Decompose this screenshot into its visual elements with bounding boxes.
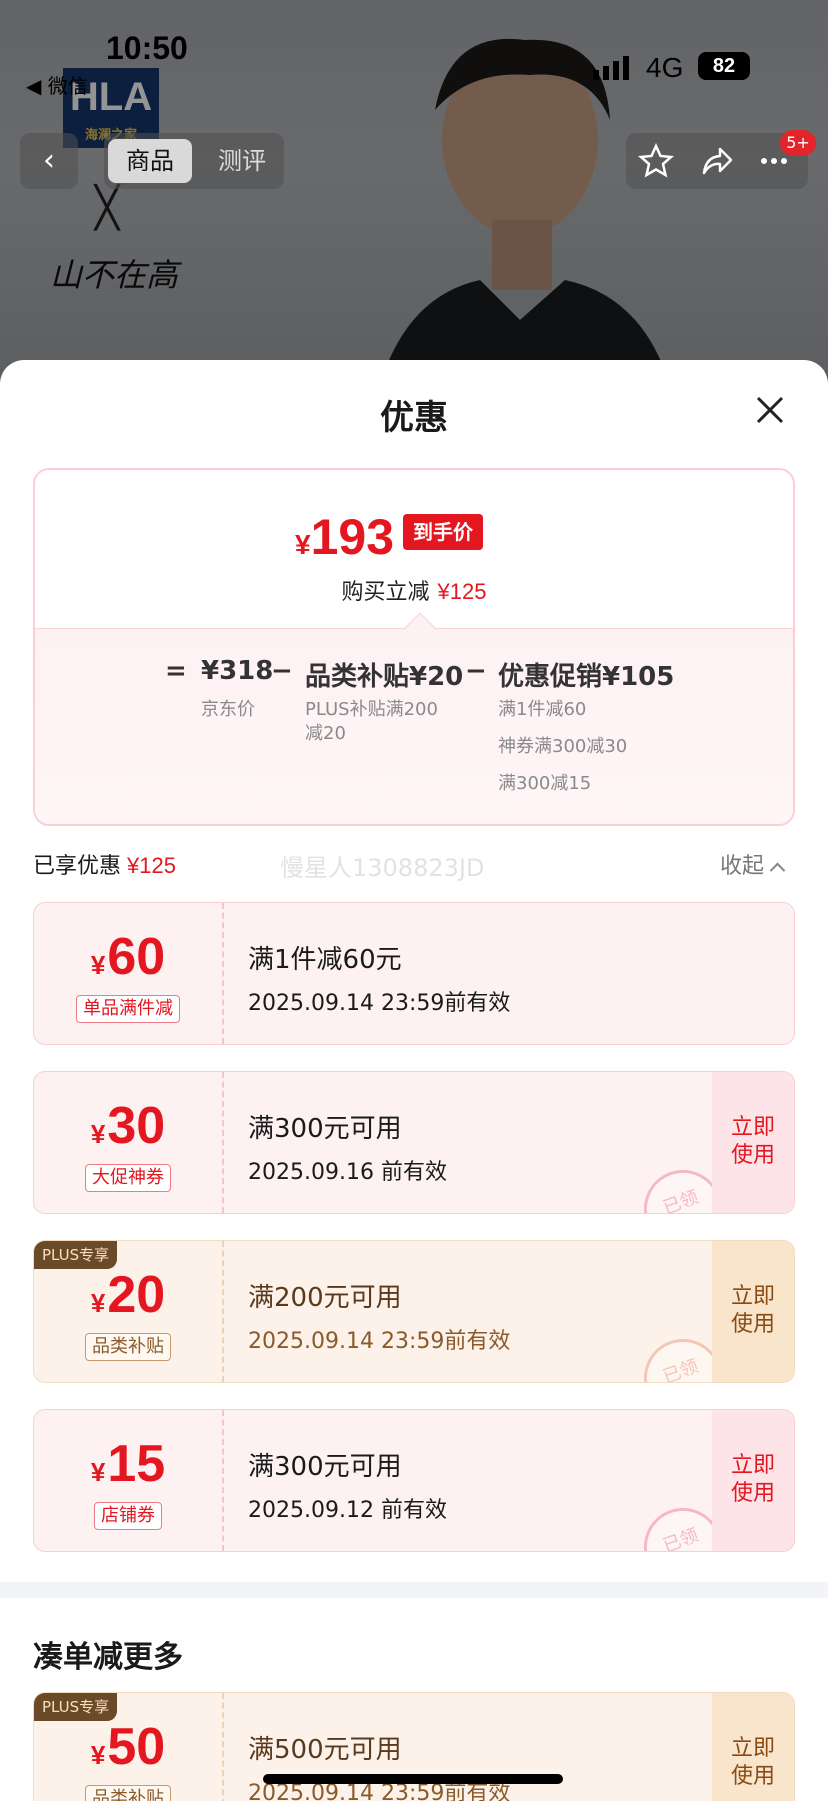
coupon-condition: 满200元可用 <box>248 1283 402 1313</box>
breakdown-operator: − <box>465 656 487 686</box>
use-now-button[interactable]: 立即 使用 <box>712 1410 794 1551</box>
coupon-condition: 满300元可用 <box>248 1114 402 1144</box>
coupon-card: ¥60 单品满件减 满1件减60元 2025.09.14 23:59前有效 <box>33 902 795 1045</box>
chevron-up-icon <box>769 862 786 879</box>
promo-detail: 满1件减60 <box>498 699 587 720</box>
tab-review[interactable]: 测评 <box>200 139 284 183</box>
promo-discount: 优惠促销¥105 <box>498 662 675 692</box>
coupon-type: 大促神券 <box>85 1164 171 1192</box>
coupon-amount: ¥50 <box>90 1718 166 1776</box>
section-divider <box>0 1582 828 1598</box>
coupon-type: 品类补贴 <box>85 1785 171 1801</box>
plus-exclusive-badge: PLUS专享 <box>34 1241 118 1269</box>
promo-detail: 神券满300减30 <box>498 736 628 757</box>
home-indicator <box>263 1774 563 1784</box>
coupon-type: 品类补贴 <box>85 1333 171 1361</box>
more-discount-title: 凑单减更多 <box>33 1640 183 1675</box>
share-icon[interactable] <box>698 143 734 179</box>
final-price-tag: 到手价 <box>403 514 483 550</box>
watermark: 慢星人1308823JD <box>280 854 485 882</box>
back-button[interactable]: ‹ <box>20 133 78 189</box>
coupon-amount: ¥15 <box>90 1435 166 1493</box>
coupon-amount: ¥20 <box>90 1266 166 1324</box>
sheet-title: 优惠 <box>380 398 448 438</box>
use-now-button[interactable]: 立即 使用 <box>712 1241 794 1382</box>
coupon-amount: ¥60 <box>90 928 166 986</box>
plus-exclusive-badge: PLUS专享 <box>34 1693 118 1721</box>
battery-icon: 82 <box>698 52 750 80</box>
final-price: ¥193 <box>295 509 395 565</box>
buy-reduce-line: 购买立减 ¥125 <box>341 579 487 605</box>
coupon-amount: ¥30 <box>90 1097 166 1155</box>
jd-price: ¥318 <box>201 656 274 686</box>
use-now-button[interactable]: 立即 使用 <box>712 1072 794 1213</box>
coupon-validity: 2025.09.14 23:59前有效 <box>248 1329 511 1354</box>
coupon-type: 店铺券 <box>94 1502 162 1530</box>
coupon-validity: 2025.09.12 前有效 <box>248 1498 447 1523</box>
message-badge: 5+ <box>780 130 816 156</box>
coupon-condition: 满1件减60元 <box>248 945 402 975</box>
category-subsidy: 品类补贴¥20 <box>305 662 464 692</box>
tab-product[interactable]: 商品 <box>108 139 192 183</box>
coupon-card: ¥50 品类补贴 PLUS专享 满500元可用 2025.09.14 23:59… <box>33 1692 795 1801</box>
status-time: 10:50 <box>106 30 188 66</box>
coupon-type: 单品满件减 <box>76 995 180 1023</box>
coupon-validity: 2025.09.14 23:59前有效 <box>248 991 511 1016</box>
coupon-card: ¥20 品类补贴 PLUS专享 满200元可用 2025.09.14 23:59… <box>33 1240 795 1383</box>
price-summary-card: ¥193 到手价 购买立减 ¥125 = ¥318 京东价 − 品类补贴¥20 P… <box>33 468 795 826</box>
network-type: 4G <box>646 52 684 83</box>
coupon-condition: 满500元可用 <box>248 1735 402 1765</box>
breakdown-operator: = <box>165 656 187 686</box>
coupon-card: ¥15 店铺券 满300元可用 2025.09.12 前有效 已领 立即 使用 <box>33 1409 795 1552</box>
coupon-validity: 2025.09.16 前有效 <box>248 1160 447 1185</box>
category-subsidy-detail: PLUS补贴满200 <box>305 699 438 720</box>
coupon-condition: 满300元可用 <box>248 1452 402 1482</box>
nav-tabs: 商品 测评 <box>104 133 284 189</box>
close-icon[interactable] <box>750 390 790 430</box>
collapse-button[interactable]: 收起 <box>720 848 786 880</box>
category-subsidy-detail: 减20 <box>305 723 346 744</box>
star-icon[interactable] <box>638 143 674 179</box>
use-now-button[interactable]: 立即 使用 <box>712 1693 794 1801</box>
breakdown-operator: − <box>271 656 293 686</box>
coupon-card: ¥30 大促神券 满300元可用 2025.09.16 前有效 已领 立即 使用 <box>33 1071 795 1214</box>
jd-price-label: 京东价 <box>201 699 255 720</box>
signal-icon <box>593 56 629 80</box>
promo-detail: 满300减15 <box>498 773 592 794</box>
discount-sheet: 优惠 ¥193 到手价 购买立减 ¥125 = ¥318 京东价 − 品类补贴¥2… <box>0 360 828 1801</box>
applied-discount-label: 已享优惠 ¥125 <box>33 853 176 879</box>
back-to-app[interactable]: ◀ 微信 <box>26 70 88 99</box>
